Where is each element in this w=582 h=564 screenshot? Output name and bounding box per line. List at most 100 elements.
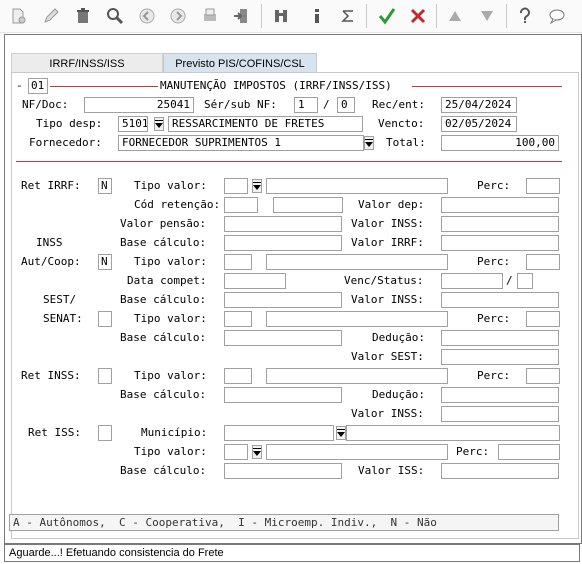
move-up-icon[interactable] (444, 5, 466, 27)
ret-iss-field[interactable] (98, 425, 112, 441)
sigma-icon[interactable] (337, 5, 359, 27)
export-icon[interactable] (230, 5, 252, 27)
retinss-tipo-valor-desc[interactable] (266, 368, 448, 384)
cancel-x-icon[interactable] (407, 5, 429, 27)
main-frame: IRRF/INSS/ISS Previsto PIS/COFINS/CSL - … (4, 34, 582, 544)
fornecedor-dropdown[interactable] (364, 136, 374, 150)
valor-pensao-field[interactable] (224, 216, 342, 232)
next-icon[interactable] (167, 5, 189, 27)
irrf-tipo-valor-field[interactable] (224, 178, 248, 194)
info-icon[interactable] (306, 5, 328, 27)
section-number-field[interactable]: 01 (28, 78, 48, 94)
senat-label: SENAT: (43, 312, 83, 325)
recent-label: Rec/ent: (372, 98, 425, 111)
confirm-check-icon[interactable] (376, 5, 398, 27)
tipodesp-dropdown[interactable] (154, 117, 164, 131)
sest-perc-field[interactable] (526, 311, 560, 327)
venc-field[interactable] (441, 273, 503, 289)
retinss-deducao-field[interactable] (441, 387, 559, 403)
valor-dep-label: Valor dep: (358, 198, 425, 211)
cod-retencao-field[interactable] (224, 197, 258, 213)
help-icon[interactable] (514, 5, 536, 27)
iss-base-calculo-field[interactable] (224, 463, 342, 479)
irrf-valor-inss-field[interactable] (441, 216, 559, 232)
retinss-perc-field[interactable] (526, 368, 560, 384)
total-field[interactable]: 100,00 (441, 135, 559, 151)
cod-retencao-desc[interactable] (273, 197, 343, 213)
irrf-tipo-valor-desc[interactable] (266, 178, 448, 194)
inss-heading: INSS (36, 236, 63, 249)
previous-icon[interactable] (136, 5, 158, 27)
status-field[interactable] (517, 273, 533, 289)
senat-field[interactable] (98, 311, 112, 327)
serie-field[interactable]: 1 (294, 97, 318, 113)
venc-status-slash: / (506, 274, 513, 287)
form-panel: - 01 MANUTENÇÃO IMPOSTOS (IRRF/INSS/ISS)… (11, 72, 579, 539)
iss-tipo-valor-field[interactable] (224, 444, 248, 460)
inss-tipo-valor-field[interactable] (224, 254, 252, 270)
irrf-valor-inss-label: Valor INSS: (351, 217, 424, 230)
irrf-tipo-valor-dropdown[interactable] (252, 179, 262, 193)
autcoop-field[interactable]: N (98, 254, 112, 270)
inss-base-calculo-field[interactable] (224, 292, 342, 308)
inss-tipo-valor-label: Tipo valor: (134, 255, 207, 268)
inss-valor-inss-field[interactable] (441, 292, 559, 308)
nfdoc-field[interactable]: 25041 (84, 97, 194, 113)
inss-tipo-valor-desc[interactable] (266, 254, 448, 270)
ret-iss-label: Ret ISS: (28, 426, 81, 439)
valor-iss-field[interactable] (441, 463, 559, 479)
new-document-icon[interactable] (7, 5, 29, 27)
retinss-tipo-valor-field[interactable] (224, 368, 252, 384)
data-compet-field[interactable] (224, 273, 286, 289)
retinss-tipo-valor-label: Tipo valor: (134, 369, 207, 382)
tipodesp-label: Tipo desp: (36, 117, 103, 130)
irrf-perc-field[interactable] (526, 178, 560, 194)
municipio-field[interactable] (224, 425, 334, 441)
ret-irrf-field[interactable]: N (98, 178, 112, 194)
municipio-desc[interactable] (346, 425, 560, 441)
sest-base-calculo-field[interactable] (224, 330, 342, 346)
valor-sest-field[interactable] (441, 349, 559, 365)
sersub-label: Sér/sub NF: (204, 98, 277, 111)
edit-icon[interactable] (40, 5, 62, 27)
legend-hint: A - Autônomos, C - Cooperativa, I - Micr… (9, 514, 559, 531)
valor-irrf-field[interactable] (441, 235, 559, 251)
section-dash: - (16, 79, 23, 92)
move-down-icon[interactable] (476, 5, 498, 27)
irrf-base-calculo-field[interactable] (224, 235, 342, 251)
irrf-base-calculo-label: Base cálculo: (120, 236, 207, 249)
valor-sest-label: Valor SEST: (351, 350, 424, 363)
sest-base-calculo-label: Base cálculo: (120, 331, 207, 344)
iss-perc-field[interactable] (498, 444, 560, 460)
ret-inss-field[interactable] (98, 368, 112, 384)
subserie-field[interactable]: 0 (337, 97, 355, 113)
sest-tipo-valor-label: Tipo valor: (134, 312, 207, 325)
sest-tipo-valor-field[interactable] (224, 311, 252, 327)
recent-field[interactable]: 25/04/2024 (441, 97, 517, 113)
binoculars-icon[interactable] (270, 5, 292, 27)
tab-irrf-inss-iss[interactable]: IRRF/INSS/ISS (11, 53, 163, 73)
retinss-valor-inss-field[interactable] (441, 406, 559, 422)
sest-deducao-field[interactable] (441, 330, 559, 346)
vencto-field[interactable]: 02/05/2024 (441, 116, 517, 132)
trash-icon[interactable] (72, 5, 94, 27)
chat-icon[interactable] (546, 5, 568, 27)
status-bar: Aguarde...! Efetuando consistencia do Fr… (4, 544, 580, 562)
inss-perc-field[interactable] (526, 254, 560, 270)
tipodesp-code-field[interactable]: 5101 (118, 116, 148, 132)
sest-tipo-valor-desc[interactable] (266, 311, 448, 327)
chevron-down-icon (155, 119, 163, 128)
tab-previsto-pis-cofins-csl[interactable]: Previsto PIS/COFINS/CSL (163, 53, 317, 73)
fornecedor-field[interactable]: FORNECEDOR SUPRIMENTOS 1 (118, 135, 364, 151)
inss-perc-label: Perc: (477, 255, 511, 268)
retinss-base-calculo-field[interactable] (224, 387, 342, 403)
print-icon[interactable] (199, 5, 221, 27)
retinss-base-calculo-label: Base cálculo: (120, 388, 207, 401)
tipodesp-desc-field[interactable]: RESSARCIMENTO DE FRETES (168, 116, 363, 132)
valor-dep-field[interactable] (441, 197, 559, 213)
municipio-dropdown[interactable] (336, 426, 346, 440)
iss-tipo-valor-label: Tipo valor: (134, 445, 207, 458)
iss-tipo-valor-desc[interactable] (266, 444, 448, 460)
search-icon[interactable] (104, 5, 126, 27)
iss-tipo-valor-dropdown[interactable] (252, 445, 262, 459)
